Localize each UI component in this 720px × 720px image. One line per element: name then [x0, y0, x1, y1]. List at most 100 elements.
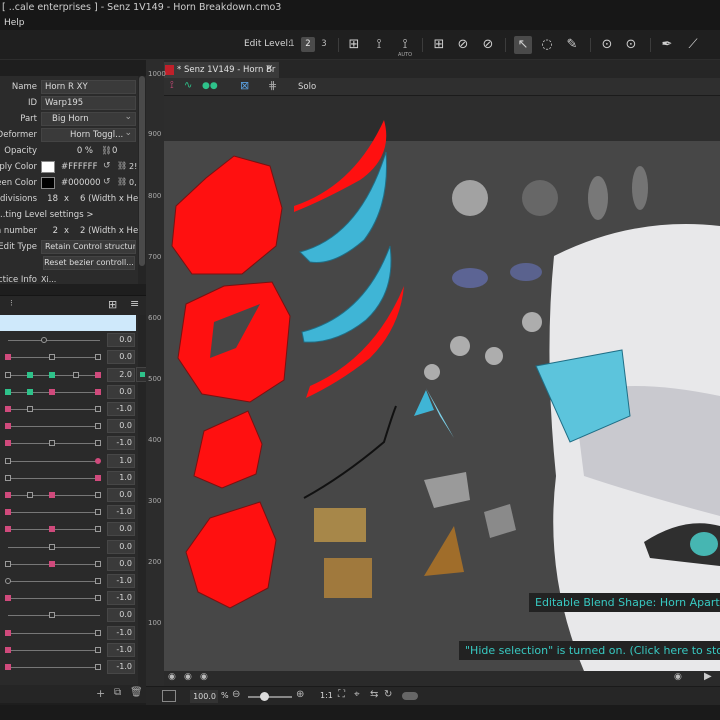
keyform-point[interactable]: [95, 423, 101, 430]
blend-shape-row[interactable]: -1.0: [0, 625, 136, 642]
keyform-point[interactable]: [49, 543, 55, 550]
keyform-point[interactable]: [49, 612, 55, 619]
keyform-point[interactable]: [95, 629, 101, 636]
blend-value-field[interactable]: -1.0: [107, 402, 135, 416]
zoom-slider[interactable]: [248, 696, 292, 698]
keyform-point[interactable]: [5, 664, 11, 670]
zoom-ratio[interactable]: 1:1: [320, 691, 333, 700]
keyform-point[interactable]: [95, 474, 101, 481]
curve-icon[interactable]: ∿: [184, 80, 192, 91]
blend-shape-row[interactable]: -1.0: [0, 573, 136, 590]
keyform-point[interactable]: [49, 388, 55, 395]
screen-color-value[interactable]: #000000: [61, 178, 101, 188]
edit-level-2[interactable]: 2: [301, 37, 315, 52]
divisions-height[interactable]: 6 (Width x Heigh: [80, 194, 138, 204]
blend-shape-row[interactable]: -1.0: [0, 642, 136, 659]
blend-shape-row[interactable]: -1.0: [0, 504, 136, 521]
blend-value-field[interactable]: -1.0: [107, 660, 135, 674]
opacity-field[interactable]: 0 %: [41, 144, 97, 158]
zoom-value[interactable]: 100.0: [190, 690, 218, 703]
add-icon[interactable]: +: [96, 687, 105, 700]
blend-shape-row[interactable]: 0.0: [0, 607, 136, 624]
deformer-icon[interactable]: ⊞: [345, 36, 363, 54]
id-field[interactable]: Warp195: [41, 96, 136, 110]
copy-icon[interactable]: ⧉: [114, 687, 121, 698]
blend-value-field[interactable]: 2.0: [107, 367, 135, 382]
blend-shape-row[interactable]: -1.0: [0, 590, 136, 607]
blend-shape-row[interactable]: [0, 315, 136, 332]
menu-help[interactable]: Help: [4, 18, 25, 28]
zoom-in-icon[interactable]: ⊕: [296, 689, 304, 700]
rotate-icon[interactable]: ↻: [384, 689, 392, 700]
bezier-tool-icon[interactable]: ⟋: [684, 36, 702, 54]
slider-track[interactable]: [8, 632, 100, 634]
keyform-point[interactable]: [5, 474, 11, 481]
center-icon[interactable]: ⌖: [354, 689, 360, 700]
link-icon[interactable]: ⛓: [101, 146, 112, 156]
link-icon[interactable]: ⛓: [117, 161, 127, 170]
blend-value-field[interactable]: 0.0: [107, 350, 135, 365]
grid-icon[interactable]: ⊞: [430, 36, 448, 54]
keyform-point[interactable]: [95, 354, 101, 361]
keyform-point[interactable]: [27, 371, 33, 378]
blend-value-field[interactable]: 0.0: [107, 333, 135, 348]
canvas[interactable]: [164, 96, 720, 671]
keyform-point[interactable]: [5, 457, 11, 464]
blend-value-field[interactable]: -1.0: [107, 505, 135, 520]
slider-track[interactable]: [8, 598, 100, 600]
screen-color-swatch[interactable]: [41, 177, 55, 189]
keyform-point[interactable]: [5, 423, 11, 430]
keyform-point[interactable]: [95, 492, 101, 498]
keyform-point[interactable]: [5, 440, 11, 447]
zoom-slider-thumb[interactable]: [260, 692, 269, 701]
pen-tool-icon[interactable]: ✒: [658, 36, 676, 54]
blend-shape-row[interactable]: 0.0: [0, 521, 136, 538]
keyform-point[interactable]: [95, 440, 101, 447]
keyform-point[interactable]: [49, 354, 55, 361]
slider-track[interactable]: [8, 426, 100, 428]
slider-track[interactable]: [8, 581, 100, 582]
blend-value-field[interactable]: -1.0: [107, 436, 135, 451]
number-width[interactable]: 2: [41, 224, 61, 238]
keyform-point[interactable]: [5, 492, 11, 498]
pin-tool-icon[interactable]: ⊘: [454, 36, 472, 54]
keyform-point[interactable]: [5, 354, 11, 361]
grid-hide-icon[interactable]: ⋕: [268, 79, 277, 92]
blend-value-field[interactable]: -1.0: [107, 625, 135, 640]
blend-shape-row[interactable]: 1.0: [0, 470, 136, 487]
keyform-icon[interactable]: ●●: [202, 81, 218, 91]
keyform-point[interactable]: [27, 492, 33, 498]
keyform-point[interactable]: [95, 388, 101, 395]
solo-label[interactable]: Solo: [298, 82, 316, 92]
camera-icon[interactable]: ◉: [168, 672, 176, 682]
keyform-point[interactable]: [5, 509, 11, 516]
menu-icon[interactable]: ≡: [130, 297, 139, 310]
number-height[interactable]: 2 (Width x Heigh: [80, 226, 138, 236]
name-field[interactable]: Horn R XY: [41, 80, 136, 94]
reset-icon[interactable]: ↺: [103, 161, 111, 171]
blend-shape-row[interactable]: 0.0: [0, 349, 136, 366]
edit-type-value[interactable]: Retain Control structure: [41, 240, 136, 254]
keyform-point[interactable]: [5, 388, 11, 395]
keyform-point[interactable]: [95, 595, 101, 602]
keyform-point[interactable]: [95, 371, 101, 378]
keyform-point[interactable]: [5, 526, 11, 533]
keyform-point[interactable]: [49, 526, 55, 533]
play-icon[interactable]: ▶: [704, 671, 712, 682]
close-tab-icon[interactable]: ×: [265, 63, 273, 74]
blend-value-field[interactable]: 0.0: [107, 488, 135, 502]
keyform-point[interactable]: [49, 440, 55, 447]
link-icon[interactable]: ⛓: [117, 177, 127, 186]
slider-track[interactable]: [8, 512, 100, 514]
keyform-point[interactable]: [5, 406, 11, 412]
blend-shape-row[interactable]: 0.0: [0, 384, 136, 401]
keyform-point[interactable]: [95, 578, 101, 584]
keyform-point[interactable]: [5, 578, 11, 584]
blend-value-field[interactable]: -1.0: [107, 574, 135, 588]
green-key-icon[interactable]: [140, 372, 145, 377]
blend-value-field[interactable]: -1.0: [107, 642, 135, 657]
slider-track[interactable]: [8, 340, 100, 342]
keyform-point[interactable]: [5, 595, 11, 602]
blend-shape-row[interactable]: 0.0: [0, 556, 136, 573]
camera-plus-icon[interactable]: ◉: [184, 672, 192, 682]
